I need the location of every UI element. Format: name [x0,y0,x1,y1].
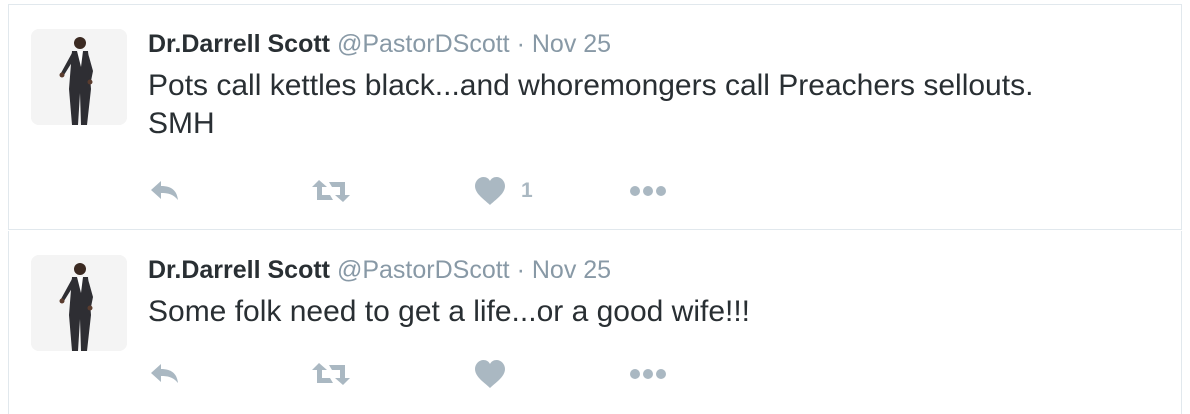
separator-dot: · [516,256,525,284]
avatar[interactable] [31,29,127,125]
username[interactable]: @PastorDScott [337,256,510,284]
reply-icon [151,181,178,200]
tweet-header: Dr.Darrell Scott @PastorDScott · Nov 25 [148,255,611,285]
heart-icon [475,177,505,205]
tweet-actions: 1 [148,174,708,208]
tweet[interactable]: Dr.Darrell Scott @PastorDScott · Nov 25 … [8,4,1182,230]
tweet-text: Pots call kettles black...and whoremonge… [148,67,1148,143]
timestamp[interactable]: Nov 25 [532,256,611,284]
more-icon [630,369,666,379]
separator-dot: · [516,30,525,58]
more-icon [630,186,666,196]
tweet-header: Dr.Darrell Scott @PastorDScott · Nov 25 [148,29,611,59]
tweet-text-line: SMH [148,107,215,140]
timeline: Dr.Darrell Scott @PastorDScott · Nov 25 … [0,0,1190,414]
reply-icon [151,364,178,383]
like-button[interactable]: 1 [473,174,533,208]
reply-button[interactable] [148,357,182,391]
avatar[interactable] [31,255,127,351]
more-button[interactable] [629,174,669,208]
retweet-button[interactable] [311,174,351,208]
avatar-image [31,29,127,125]
tweet-text-line: Some folk need to get a life...or a good… [148,295,751,328]
tweet-text-line: Pots call kettles black...and whoremonge… [148,69,1034,102]
retweet-button[interactable] [311,357,351,391]
heart-icon [475,360,505,388]
reply-button[interactable] [148,174,182,208]
like-button[interactable] [473,357,521,391]
tweet[interactable]: Dr.Darrell Scott @PastorDScott · Nov 25 … [8,231,1182,414]
fullname[interactable]: Dr.Darrell Scott [148,256,330,284]
more-button[interactable] [629,357,669,391]
tweet-actions [148,357,708,391]
avatar-image [31,255,127,351]
retweet-icon [312,363,350,385]
retweet-icon [312,180,350,202]
timestamp[interactable]: Nov 25 [532,30,611,58]
username[interactable]: @PastorDScott [337,30,510,58]
fullname[interactable]: Dr.Darrell Scott [148,30,330,58]
like-count: 1 [521,179,533,202]
tweet-text: Some folk need to get a life...or a good… [148,293,1148,331]
